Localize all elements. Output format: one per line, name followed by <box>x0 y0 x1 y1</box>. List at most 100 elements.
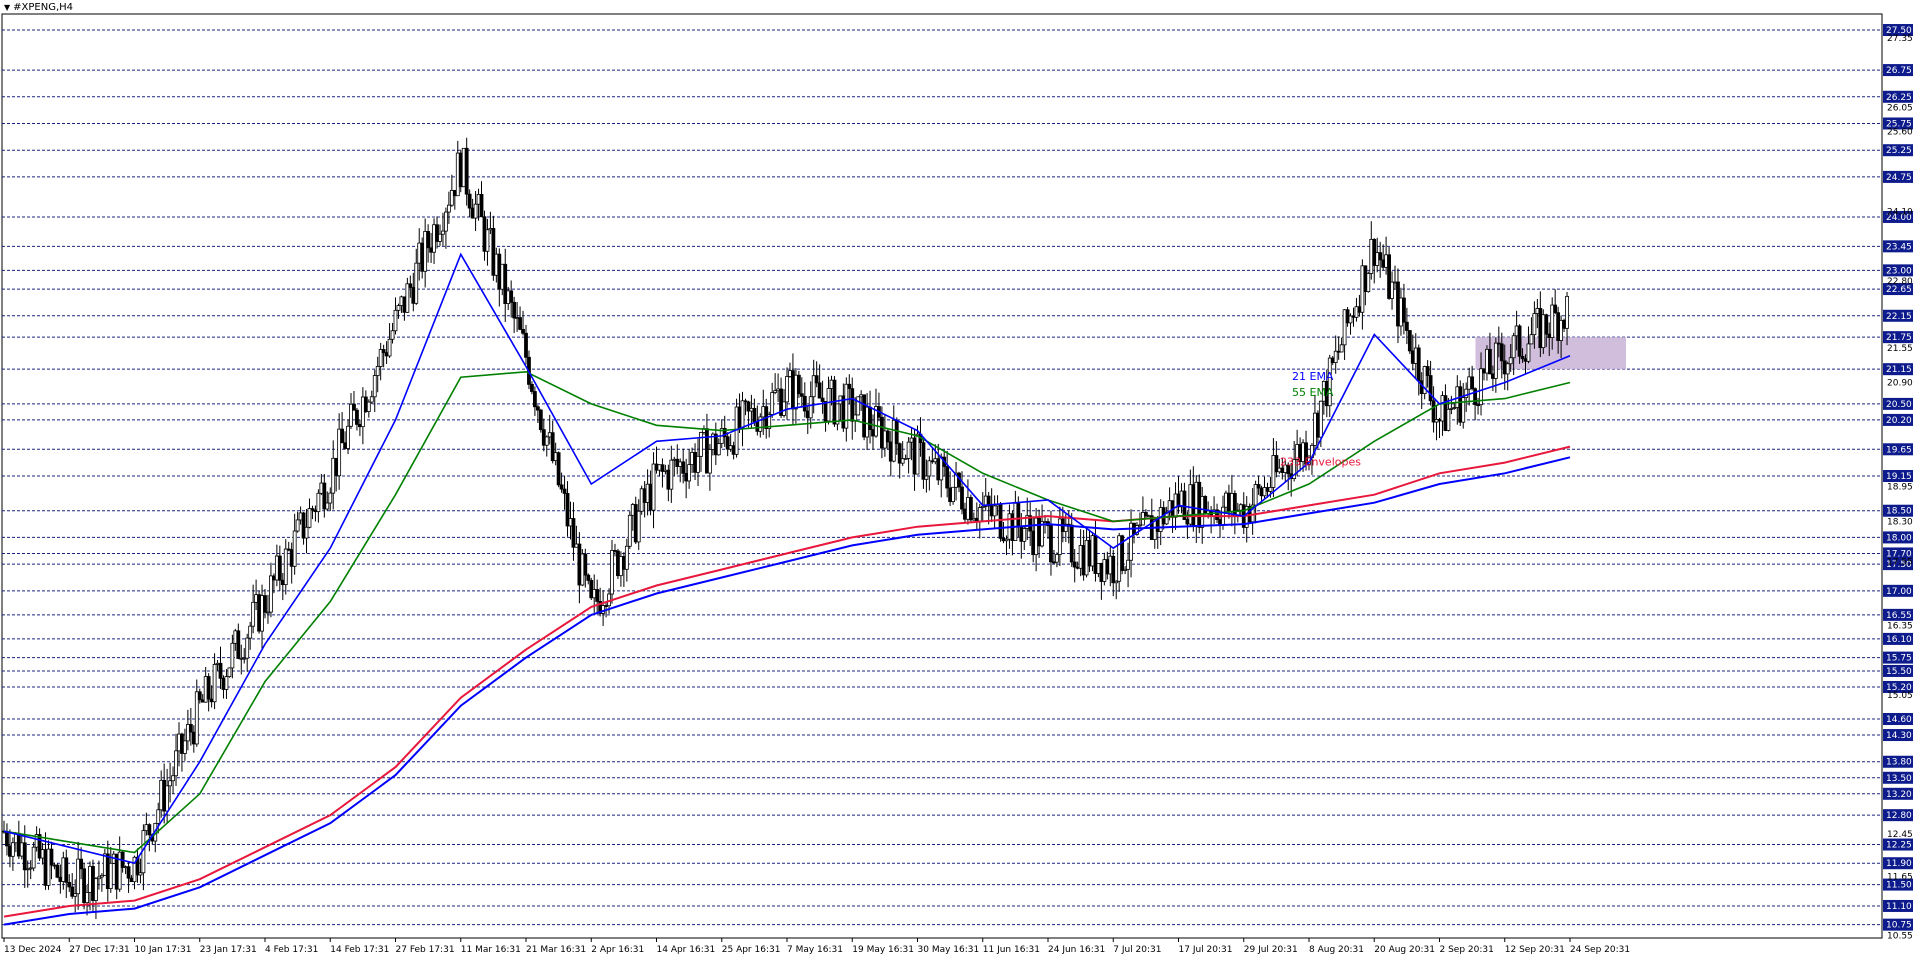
candle-body <box>1488 348 1492 375</box>
candle-body <box>1544 314 1549 335</box>
candle-body <box>1562 319 1566 329</box>
candle-body <box>906 441 911 459</box>
candle-body <box>687 464 692 482</box>
price-chart[interactable]: 27.5026.7526.2525.7525.2524.7524.0023.45… <box>0 0 1916 963</box>
candle-body <box>1274 455 1279 473</box>
candle-body <box>684 472 689 482</box>
price-level-label: 19.15 <box>1886 472 1912 482</box>
candle-body <box>1313 412 1317 446</box>
candle-body <box>129 877 134 883</box>
candle-body <box>349 403 353 427</box>
candle-body <box>535 406 540 411</box>
candle-body <box>888 441 893 462</box>
candle-body <box>948 487 953 503</box>
time-tick-label: 8 Aug 20:31 <box>1309 945 1364 955</box>
candle-body <box>64 857 69 883</box>
candle-body <box>770 392 775 415</box>
candle-body <box>731 445 736 455</box>
price-level-label: 13.20 <box>1886 790 1912 800</box>
candle-body <box>491 228 496 276</box>
candle-body <box>414 262 419 304</box>
candle-body <box>251 601 256 627</box>
candle-body <box>924 475 929 480</box>
candle-body <box>574 543 579 548</box>
candle-body <box>1476 404 1480 407</box>
candle-body <box>97 876 101 880</box>
candle-body <box>1105 559 1110 575</box>
price-level-label: 22.15 <box>1886 312 1912 322</box>
candle-body <box>707 449 712 474</box>
candle-body <box>358 423 362 428</box>
candle-body <box>168 780 172 787</box>
candle-body <box>366 401 371 412</box>
candle-body <box>473 203 478 219</box>
price-level-label: 21.15 <box>1886 365 1912 375</box>
candle-body <box>470 207 475 219</box>
candle-body <box>310 508 315 511</box>
candle-body <box>1396 281 1400 327</box>
candle-body <box>52 864 57 867</box>
candle-body <box>559 484 564 490</box>
candle-body <box>304 526 309 539</box>
candle-body <box>245 637 250 659</box>
candle-body <box>405 283 410 313</box>
price-level-label: 14.60 <box>1886 715 1912 725</box>
price-level-label: 13.80 <box>1886 758 1912 768</box>
candle-body <box>1075 566 1080 569</box>
candle-body <box>1090 535 1095 567</box>
time-tick-label: 10 Jan 17:31 <box>135 945 192 955</box>
candle-body <box>429 247 433 253</box>
candle-body <box>372 375 377 398</box>
candle-body <box>1529 334 1534 345</box>
candle-body <box>165 785 170 812</box>
candle-body <box>960 486 964 510</box>
candle-body <box>968 497 973 521</box>
price-level-label: 26.75 <box>1886 66 1912 76</box>
candle-body <box>1381 259 1386 268</box>
candle-body <box>423 231 428 272</box>
candle-body <box>28 867 33 870</box>
candle-body <box>316 492 321 513</box>
candle-body <box>197 691 202 701</box>
candle-body <box>1399 297 1403 327</box>
candle-body <box>782 401 786 416</box>
candle-body <box>1393 281 1397 284</box>
candle-body <box>1259 487 1264 497</box>
candle-body <box>1440 395 1445 422</box>
candle-body <box>248 625 253 639</box>
candle-body <box>654 463 659 471</box>
candle-body <box>1330 357 1335 364</box>
candle-body <box>532 391 537 408</box>
price-level-label: 12.80 <box>1886 811 1912 821</box>
candle-body <box>820 397 825 402</box>
candle-body <box>1197 481 1202 528</box>
candle-body <box>1517 325 1522 357</box>
candle-body <box>494 253 499 276</box>
time-tick-label: 19 May 16:31 <box>852 945 914 955</box>
candle-body <box>547 432 552 438</box>
time-tick-label: 11 Jun 16:31 <box>983 945 1040 955</box>
candle-body <box>675 458 680 467</box>
candle-body <box>444 211 448 232</box>
candle-body <box>298 512 303 521</box>
price-level-label: 17.00 <box>1886 587 1912 597</box>
candle-body <box>885 430 890 443</box>
candle-body <box>776 388 781 392</box>
candle-body <box>8 845 12 857</box>
candle-body <box>808 396 813 419</box>
candle-body <box>621 556 626 570</box>
candle-body <box>1348 315 1353 324</box>
candle-body <box>716 443 721 456</box>
candle-body <box>239 657 244 660</box>
candle-body <box>411 287 416 304</box>
candle-body <box>568 518 573 527</box>
candle-body <box>144 824 149 832</box>
time-tick-label: 4 Feb 17:31 <box>265 945 318 955</box>
candle-body <box>37 834 42 859</box>
candle-body <box>432 224 436 253</box>
candle-body <box>1404 321 1409 331</box>
candle-body <box>355 409 359 425</box>
candle-body <box>1126 559 1130 570</box>
candle-body <box>1078 545 1083 569</box>
price-tick-label: 16.35 <box>1887 622 1913 632</box>
